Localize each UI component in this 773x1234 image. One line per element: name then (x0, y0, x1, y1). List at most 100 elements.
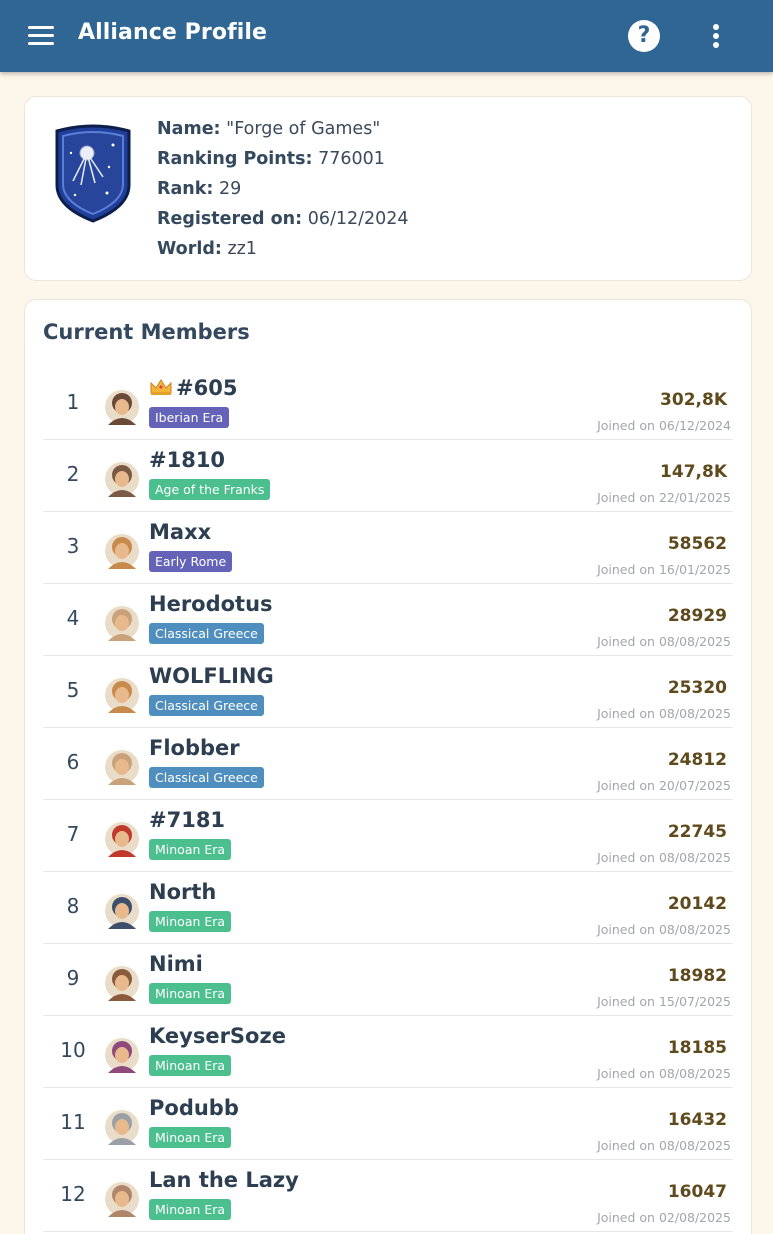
joined-date: Joined on 20/07/2025 (597, 778, 731, 793)
player-name-text: Nimi (149, 952, 203, 976)
era-badge: Age of the Franks (149, 479, 271, 500)
player-name[interactable]: Flobber (149, 736, 240, 760)
player-name-text: Lan the Lazy (149, 1168, 299, 1192)
member-rank: 8 (66, 894, 80, 918)
player-name[interactable]: Lan the Lazy (149, 1168, 299, 1192)
app-header: Alliance Profile ? (0, 0, 773, 72)
members-title: Current Members (43, 320, 250, 344)
members-list: 1 #605 Iberian Era 302,8K Joined on 06/1… (43, 368, 733, 1232)
joined-date: Joined on 16/01/2025 (597, 562, 731, 577)
player-name-text: Maxx (149, 520, 212, 544)
member-rank: 5 (66, 678, 80, 702)
member-points: 20142 (667, 894, 727, 914)
player-name[interactable]: Podubb (149, 1096, 239, 1120)
era-badge: Classical Greece (149, 767, 264, 788)
era-badge: Minoan Era (149, 1127, 232, 1148)
registered-date: Registered on: 06/12/2024 (157, 209, 409, 229)
question-circle-icon[interactable]: ? (628, 20, 660, 52)
player-avatar-icon (105, 750, 139, 785)
player-name[interactable]: Nimi (149, 952, 203, 976)
era-badge: Minoan Era (149, 1199, 232, 1220)
player-avatar-icon (105, 1110, 139, 1145)
player-name[interactable]: KeyserSoze (149, 1024, 286, 1048)
member-row[interactable]: 9 Nimi Minoan Era 18982 Joined on 15/07/… (43, 944, 733, 1016)
member-rank: 6 (66, 750, 80, 774)
player-name-text: Herodotus (149, 592, 273, 616)
player-name-text: #1810 (149, 448, 226, 472)
player-avatar-icon (105, 678, 139, 713)
alliance-rank: Rank: 29 (157, 179, 242, 199)
satellite-shield-icon (55, 124, 131, 223)
player-avatar-icon (105, 606, 139, 641)
alliance-world: World: zz1 (157, 239, 257, 259)
era-badge: Minoan Era (149, 983, 232, 1004)
player-name-text: Flobber (149, 736, 240, 760)
joined-date: Joined on 08/08/2025 (597, 1066, 731, 1081)
era-badge: Minoan Era (149, 911, 232, 932)
member-points: 16432 (667, 1110, 727, 1130)
hamburger-icon[interactable] (26, 24, 56, 48)
joined-date: Joined on 08/08/2025 (597, 850, 731, 865)
era-badge: Minoan Era (149, 839, 232, 860)
player-name[interactable]: #1810 (149, 448, 225, 472)
member-row[interactable]: 4 Herodotus Classical Greece 28929 Joine… (43, 584, 733, 656)
player-avatar-icon (105, 894, 139, 929)
member-row[interactable]: 10 KeyserSoze Minoan Era 18185 Joined on… (43, 1016, 733, 1088)
member-rank: 11 (60, 1110, 86, 1134)
player-name[interactable]: #7181 (149, 808, 225, 832)
alliance-name: Name: "Forge of Games" (157, 119, 381, 139)
member-row[interactable]: 8 North Minoan Era 20142 Joined on 08/08… (43, 872, 733, 944)
member-rank: 9 (66, 966, 80, 990)
member-points: 18185 (667, 1038, 727, 1058)
member-points: 147,8K (660, 462, 727, 482)
member-row[interactable]: 3 Maxx Early Rome 58562 Joined on 16/01/… (43, 512, 733, 584)
kebab-menu-icon[interactable] (704, 22, 728, 50)
player-avatar-icon (105, 1038, 139, 1073)
player-name[interactable]: WOLFLING (149, 664, 274, 688)
member-row[interactable]: 12 Lan the Lazy Minoan Era 16047 Joined … (43, 1160, 733, 1232)
player-avatar-icon (105, 390, 139, 425)
joined-date: Joined on 08/08/2025 (597, 706, 731, 721)
joined-date: Joined on 08/08/2025 (597, 1138, 731, 1153)
player-avatar-icon (105, 462, 139, 497)
member-points: 22745 (667, 822, 727, 842)
alliance-info-card: Name: "Forge of Games" Ranking Points: 7… (24, 96, 752, 281)
player-name[interactable]: Herodotus (149, 592, 273, 616)
member-rank: 4 (66, 606, 80, 630)
member-rank: 3 (66, 534, 80, 558)
era-badge: Classical Greece (149, 623, 264, 644)
joined-date: Joined on 08/08/2025 (597, 634, 731, 649)
crown-icon (150, 379, 172, 395)
member-row[interactable]: 11 Podubb Minoan Era 16432 Joined on 08/… (43, 1088, 733, 1160)
member-row[interactable]: 5 WOLFLING Classical Greece 25320 Joined… (43, 656, 733, 728)
joined-date: Joined on 06/12/2024 (597, 418, 731, 433)
player-name-text: WOLFLING (149, 664, 274, 688)
era-badge: Iberian Era (149, 407, 230, 428)
page-title: Alliance Profile (78, 20, 268, 45)
era-badge: Minoan Era (149, 1055, 232, 1076)
player-name[interactable]: Maxx (149, 520, 211, 544)
members-card: Current Members 1 #605 Iberian Era 302,8… (24, 299, 752, 1234)
player-name-text: #605 (176, 376, 238, 400)
joined-date: Joined on 15/07/2025 (597, 994, 731, 1009)
member-points: 25320 (667, 678, 727, 698)
player-avatar-icon (105, 822, 139, 857)
player-name[interactable]: North (149, 880, 216, 904)
member-points: 16047 (667, 1182, 727, 1202)
member-rank: 12 (60, 1182, 86, 1206)
player-avatar-icon (105, 966, 139, 1001)
member-row[interactable]: 1 #605 Iberian Era 302,8K Joined on 06/1… (43, 368, 733, 440)
member-rank: 7 (66, 822, 80, 846)
member-row[interactable]: 7 #7181 Minoan Era 22745 Joined on 08/08… (43, 800, 733, 872)
player-avatar-icon (105, 534, 139, 569)
member-points: 24812 (667, 750, 727, 770)
alliance-details: Name: "Forge of Games" Ranking Points: 7… (157, 117, 409, 267)
era-badge: Classical Greece (149, 695, 264, 716)
joined-date: Joined on 22/01/2025 (597, 490, 731, 505)
member-points: 58562 (667, 534, 727, 554)
player-name-text: North (149, 880, 217, 904)
joined-date: Joined on 08/08/2025 (597, 922, 731, 937)
player-name[interactable]: #605 (149, 376, 237, 400)
member-row[interactable]: 6 Flobber Classical Greece 24812 Joined … (43, 728, 733, 800)
member-row[interactable]: 2 #1810 Age of the Franks 147,8K Joined … (43, 440, 733, 512)
